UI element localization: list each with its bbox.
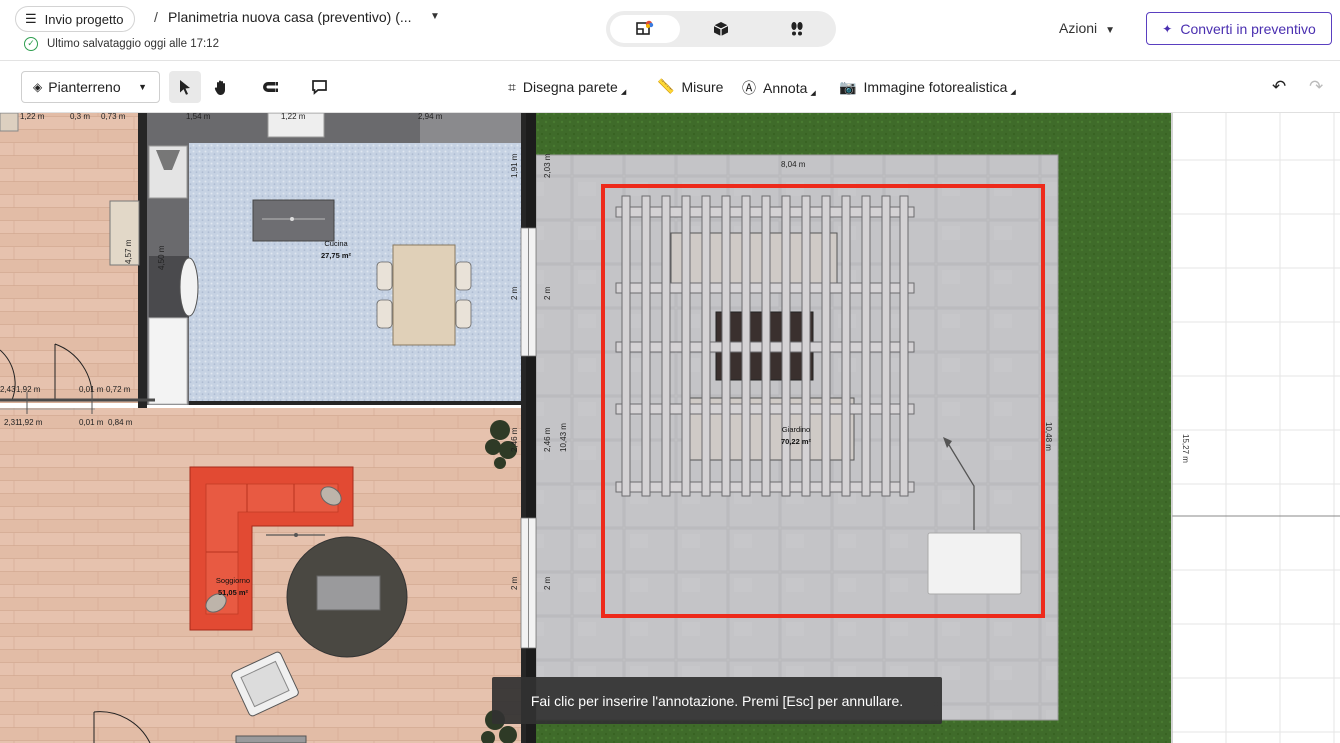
room-name-giardino: Giardino <box>782 425 810 434</box>
dim-label: 0,3 m <box>70 113 90 121</box>
submenu-triangle-icon: ◢ <box>1010 89 1016 96</box>
annotate-tool[interactable]: Ⓐ Annota ◢ <box>742 78 816 98</box>
annotation-note[interactable] <box>927 532 1022 595</box>
room-name-cucina: Cucina <box>324 239 348 248</box>
dim-label: 0,72 m <box>106 385 131 394</box>
ruler-icon: 📏 <box>657 78 675 94</box>
save-status: ✓ Ultimo salvataggio oggi alle 17:12 <box>24 37 219 51</box>
view-walk-button[interactable] <box>762 15 832 43</box>
dim-label: 0,01 m <box>79 418 104 427</box>
floor-plan-drawing[interactable]: 15,27 m Cucina 27,75 m² Soggiorno 51,05 … <box>0 113 1340 743</box>
walkthrough-footsteps-icon <box>791 22 803 36</box>
caret-down-icon: ▼ <box>1105 25 1116 36</box>
2d-plan-icon <box>636 20 654 35</box>
dim-label: 2,94 m <box>418 113 443 121</box>
photo-render-tool[interactable]: 📷 Immagine fotorealistica ◢ <box>839 78 1016 97</box>
redo-icon[interactable]: ↷ <box>1309 77 1323 97</box>
magnet-tool-button[interactable] <box>254 71 286 103</box>
chevron-down-icon[interactable]: ▼ <box>430 11 440 22</box>
comment-icon <box>311 80 327 95</box>
hamburger-icon: ☰ <box>25 11 37 26</box>
dim-label: 4,57 m <box>124 239 133 264</box>
dim-label: 2,43 <box>0 385 16 394</box>
select-tool-button[interactable] <box>169 71 201 103</box>
top-header: ☰ Invio progetto / Planimetria nuova cas… <box>0 0 1340 61</box>
editor-toolbar: ◈ Pianterreno ▼ ⌗ Disegna parete ◢ 📏 Mis… <box>0 61 1340 113</box>
dim-label: 2,46 m <box>543 427 552 452</box>
pan-tool-button[interactable] <box>205 71 237 103</box>
project-menu-button[interactable]: ☰ Invio progetto <box>15 6 136 32</box>
dim-garden-width: 8,04 m <box>781 160 806 169</box>
dim-label: 2,03 m <box>543 153 552 178</box>
dim-label: 10,48 m <box>1044 422 1053 451</box>
draw-wall-label: Disegna parete <box>522 79 618 95</box>
annotate-label: Annota <box>763 80 808 96</box>
check-circle-icon: ✓ <box>24 37 38 51</box>
dim-label: 1,54 m <box>186 113 211 121</box>
view-3d-button[interactable] <box>686 15 756 43</box>
text-annotation-icon: Ⓐ <box>742 80 756 96</box>
annotation-hint-toast: Fai clic per inserire l'annotazione. Pre… <box>492 677 942 724</box>
floor-selector[interactable]: ◈ Pianterreno ▼ <box>21 71 160 103</box>
dim-label: 0,84 m <box>108 418 133 427</box>
caret-down-icon: ▼ <box>138 82 147 92</box>
dim-far-right: 15,27 m <box>1181 434 1190 463</box>
pointer-arrow-icon <box>180 80 190 95</box>
dim-label: 0,01 m <box>79 385 104 394</box>
view-2d-button[interactable] <box>610 15 680 43</box>
dim-label: 1,91 m <box>510 153 519 178</box>
dim-label: 2 m <box>543 576 552 590</box>
measures-tool[interactable]: 📏 Misure <box>657 78 723 95</box>
dim-label: 2 m <box>510 286 519 300</box>
dim-label: 1,22 m <box>281 113 306 121</box>
layers-icon: ◈ <box>33 80 43 94</box>
submenu-triangle-icon: ◢ <box>620 89 627 96</box>
draw-wall-tool[interactable]: ⌗ Disegna parete ◢ <box>508 78 627 97</box>
dim-label: 2,46 m <box>510 427 519 452</box>
hand-icon <box>214 80 225 95</box>
magnet-icon <box>263 82 278 92</box>
toast-text: Fai clic per inserire l'annotazione. Pre… <box>530 692 904 709</box>
view-mode-switch <box>606 11 836 47</box>
dim-label: 2 m <box>543 286 552 300</box>
3d-box-icon <box>713 22 729 36</box>
dim-label: 1,22 m <box>20 113 45 121</box>
sparkle-icon: ✦ <box>1162 21 1173 36</box>
room-area-soggiorno: 51,05 m² <box>218 588 249 597</box>
measures-label: Misure <box>681 78 724 95</box>
dim-label: 2 m <box>510 576 519 590</box>
actions-menu[interactable]: Azioni ▼ <box>1059 20 1115 36</box>
floor-label: Pianterreno <box>48 79 121 95</box>
wall-draw-icon: ⌗ <box>508 78 516 95</box>
submenu-triangle-icon: ◢ <box>810 90 816 97</box>
save-status-text: Ultimo salvataggio oggi alle 17:12 <box>47 38 219 50</box>
room-area-cucina: 27,75 m² <box>321 251 352 260</box>
dim-label: 0,73 m <box>101 113 126 121</box>
convert-to-quote-button[interactable]: ✦ Converti in preventivo <box>1146 12 1332 45</box>
camera-icon: 📷 <box>839 78 857 95</box>
convert-label: Converti in preventivo <box>1180 20 1316 37</box>
dim-label: 10,43 m <box>559 423 568 452</box>
dim-label: 4,50 m <box>157 245 166 270</box>
room-name-soggiorno: Soggiorno <box>216 576 250 585</box>
breadcrumb-separator: / <box>154 9 158 25</box>
actions-label: Azioni <box>1059 20 1098 36</box>
dim-label: 1,92 m <box>16 385 41 394</box>
project-menu-label: Invio progetto <box>44 11 124 27</box>
photo-label: Immagine fotorealistica <box>863 79 1008 95</box>
floor-plan-canvas[interactable]: 15,27 m Cucina 27,75 m² Soggiorno 51,05 … <box>0 113 1340 743</box>
room-area-giardino: 70,22 m² <box>781 437 812 446</box>
dim-label: 1,92 m <box>18 418 43 427</box>
undo-icon[interactable]: ↶ <box>1272 77 1286 97</box>
project-title[interactable]: Planimetria nuova casa (preventivo) (... <box>168 9 412 25</box>
comment-tool-button[interactable] <box>303 71 335 103</box>
